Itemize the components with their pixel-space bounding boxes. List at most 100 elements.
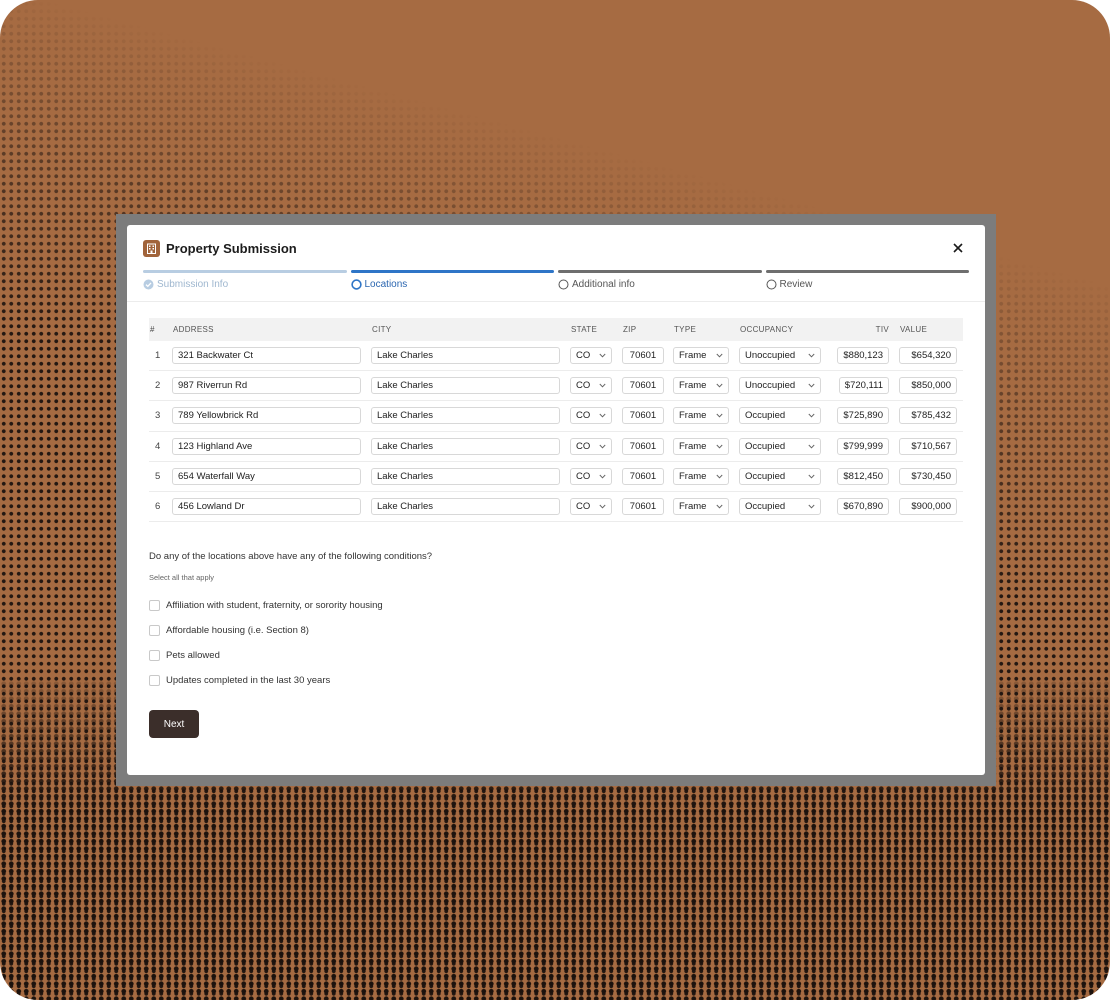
state-select[interactable]: CO xyxy=(570,467,612,485)
address-input[interactable]: 321 Backwater Ct xyxy=(172,347,361,365)
checkbox[interactable] xyxy=(149,650,160,661)
row-number: 4 xyxy=(155,440,161,452)
zip-input[interactable]: 70601 xyxy=(622,498,664,516)
city-input[interactable]: Lake Charles xyxy=(371,407,560,425)
next-button[interactable]: Next xyxy=(149,710,199,738)
state-select[interactable]: CO xyxy=(570,347,612,365)
occupancy-value: Occupied xyxy=(745,501,786,513)
chevron-down-icon xyxy=(808,444,815,449)
city-input[interactable]: Lake Charles xyxy=(371,377,560,395)
tiv-input[interactable]: $725,890 xyxy=(837,407,889,425)
address-input[interactable]: 987 Riverrun Rd xyxy=(172,377,361,395)
address-input[interactable]: 456 Lowland Dr xyxy=(172,498,361,516)
tiv-input[interactable]: $880,123 xyxy=(837,347,889,365)
occupancy-select[interactable]: Unoccupied xyxy=(739,347,821,365)
column-header-state: STATE xyxy=(571,325,598,334)
type-select[interactable]: Frame xyxy=(673,377,729,395)
close-icon[interactable] xyxy=(947,237,969,259)
step-additional-info[interactable]: Additional info xyxy=(558,270,762,294)
chevron-down-icon xyxy=(716,413,723,418)
value-input[interactable]: $654,320 xyxy=(899,347,957,365)
occupancy-value: Occupied xyxy=(745,440,786,452)
type-select[interactable]: Frame xyxy=(673,347,729,365)
table-row: 3 789 Yellowbrick Rd Lake Charles CO 70601 Fr… xyxy=(149,401,963,432)
tiv-input[interactable]: $720,111 xyxy=(838,377,889,395)
checkbox[interactable] xyxy=(149,600,160,611)
locations-table: # ADDRESS CITY STATE ZIP TYPE OCCUPANCY … xyxy=(149,318,963,523)
address-input[interactable]: 789 Yellowbrick Rd xyxy=(172,407,361,425)
chevron-down-icon xyxy=(716,504,723,509)
state-select[interactable]: CO xyxy=(570,498,612,516)
zip-input[interactable]: 70601 xyxy=(622,377,664,395)
conditions-checkbox-list: Affiliation with student, fraternity, or… xyxy=(149,593,383,693)
step-label: Additional info xyxy=(572,279,635,290)
state-value: CO xyxy=(576,350,591,362)
type-select[interactable]: Frame xyxy=(673,498,729,516)
address-input[interactable]: 123 Highland Ave xyxy=(172,437,361,455)
state-select[interactable]: CO xyxy=(570,377,612,395)
checkbox[interactable] xyxy=(149,675,160,686)
column-header-occupancy: OCCUPANCY xyxy=(740,325,794,334)
value-input[interactable]: $730,450 xyxy=(899,467,957,485)
city-input[interactable]: Lake Charles xyxy=(371,498,560,516)
table-row: 4 123 Highland Ave Lake Charles CO 70601 Fram… xyxy=(149,432,963,462)
type-select[interactable]: Frame xyxy=(673,407,729,425)
address-input[interactable]: 654 Waterfall Way xyxy=(172,467,361,485)
zip-input[interactable]: 70601 xyxy=(622,407,664,425)
modal-title: Property Submission xyxy=(166,240,297,256)
checkbox-label: Pets allowed xyxy=(166,650,220,661)
state-select[interactable]: CO xyxy=(570,407,612,425)
column-header-type: TYPE xyxy=(674,325,697,334)
state-select[interactable]: CO xyxy=(570,437,612,455)
state-value: CO xyxy=(576,440,591,452)
chevron-down-icon xyxy=(808,474,815,479)
chevron-down-icon xyxy=(599,413,606,418)
state-value: CO xyxy=(576,470,591,482)
table-row: 1 321 Backwater Ct Lake Charles CO 70601 Fram… xyxy=(149,341,963,372)
chevron-down-icon xyxy=(599,504,606,509)
chevron-down-icon xyxy=(599,444,606,449)
value-input[interactable]: $850,000 xyxy=(899,377,957,395)
value-input[interactable]: $710,567 xyxy=(899,437,957,455)
tiv-input[interactable]: $799,999 xyxy=(837,437,889,455)
tiv-input[interactable]: $670,890 xyxy=(837,498,889,516)
value-input[interactable]: $900,000 xyxy=(899,498,957,516)
city-input[interactable]: Lake Charles xyxy=(371,437,560,455)
step-locations[interactable]: Locations xyxy=(350,270,554,294)
type-select[interactable]: Frame xyxy=(673,467,729,485)
row-number: 2 xyxy=(155,380,161,392)
step-submission-info[interactable]: Submission Info xyxy=(143,270,347,294)
step-review[interactable]: Review xyxy=(765,270,969,294)
empty-circle-icon xyxy=(558,279,569,290)
value-input[interactable]: $785,432 xyxy=(899,407,957,425)
step-progress-bar xyxy=(558,270,762,273)
occupancy-select[interactable]: Unoccupied xyxy=(739,377,821,395)
zip-input[interactable]: 70601 xyxy=(622,437,664,455)
occupancy-select[interactable]: Occupied xyxy=(739,498,821,516)
type-value: Frame xyxy=(679,440,707,452)
city-input[interactable]: Lake Charles xyxy=(371,467,560,485)
chevron-down-icon xyxy=(808,353,815,358)
occupancy-select[interactable]: Occupied xyxy=(739,437,821,455)
type-select[interactable]: Frame xyxy=(673,437,729,455)
city-input[interactable]: Lake Charles xyxy=(371,347,560,365)
tiv-input[interactable]: $812,450 xyxy=(837,467,889,485)
zip-input[interactable]: 70601 xyxy=(622,467,664,485)
column-header-tiv: TIV xyxy=(875,325,889,334)
step-progress-bar xyxy=(350,270,554,273)
table-row: 6 456 Lowland Dr Lake Charles CO 70601 Frame O… xyxy=(149,492,963,523)
step-label: Locations xyxy=(364,279,408,290)
occupancy-select[interactable]: Occupied xyxy=(739,407,821,425)
row-number: 1 xyxy=(155,350,161,362)
occupancy-select[interactable]: Occupied xyxy=(739,467,821,485)
condition-student-housing[interactable]: Affiliation with student, fraternity, or… xyxy=(149,593,383,618)
condition-updates-completed[interactable]: Updates completed in the last 30 years xyxy=(149,668,383,693)
step-label: Review xyxy=(779,279,813,290)
condition-affordable-housing[interactable]: Affordable housing (i.e. Section 8) xyxy=(149,618,383,643)
table-body: 1 321 Backwater Ct Lake Charles CO 70601 Fram… xyxy=(149,341,963,523)
column-header-address: ADDRESS xyxy=(173,325,214,334)
checkbox[interactable] xyxy=(149,625,160,636)
header-divider xyxy=(127,301,985,302)
zip-input[interactable]: 70601 xyxy=(622,347,664,365)
condition-pets-allowed[interactable]: Pets allowed xyxy=(149,643,383,668)
